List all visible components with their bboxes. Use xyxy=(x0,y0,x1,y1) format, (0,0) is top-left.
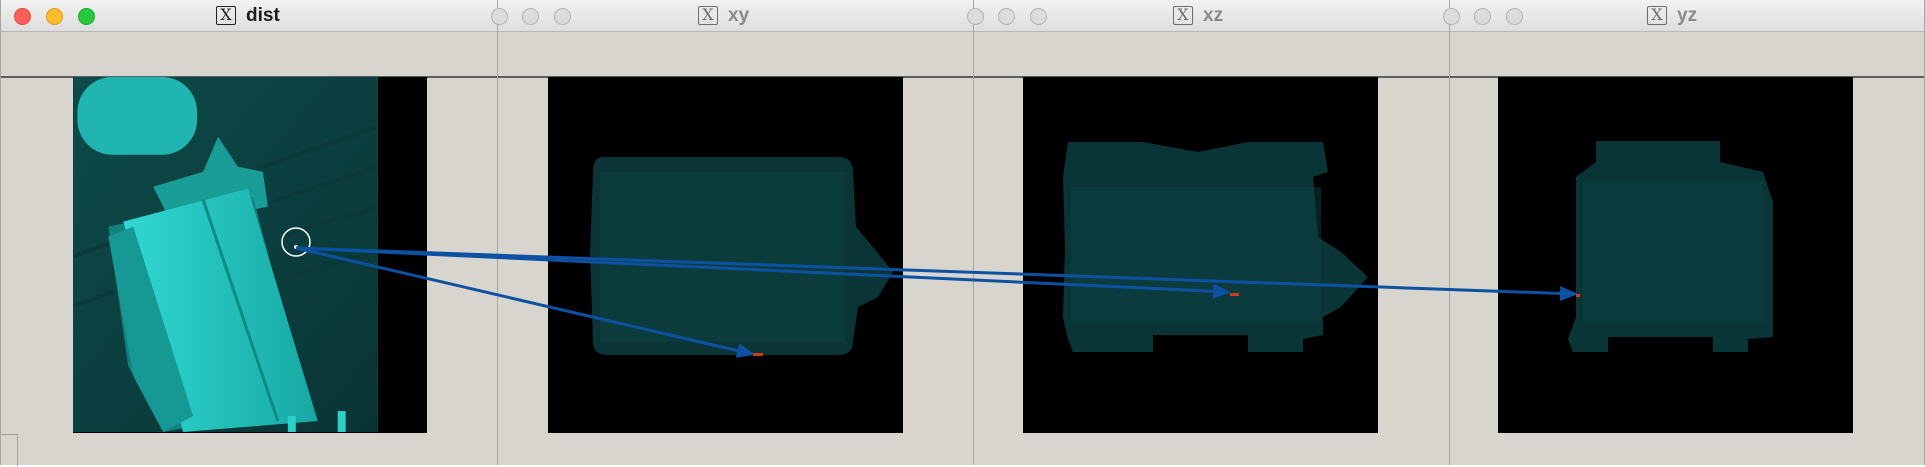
yz-view[interactable] xyxy=(1498,77,1853,433)
zoom-button[interactable] xyxy=(554,8,571,25)
close-button[interactable] xyxy=(491,8,508,25)
xz-view[interactable] xyxy=(1023,77,1378,433)
titlebar-xy[interactable]: Xxy xyxy=(491,0,974,32)
zoom-button[interactable] xyxy=(1506,8,1523,25)
minimize-button[interactable] xyxy=(1474,8,1491,25)
window-title: Xyz xyxy=(1647,6,1697,26)
xz-point-cloud xyxy=(1063,142,1368,352)
minimize-button[interactable] xyxy=(46,8,63,25)
x11-icon: X xyxy=(216,6,236,25)
window-title: Xxy xyxy=(698,6,749,26)
zoom-button[interactable] xyxy=(1030,8,1047,25)
xy-view[interactable] xyxy=(548,77,903,433)
window-title: Xxz xyxy=(1173,6,1223,26)
titlebar-xz[interactable]: Xxz xyxy=(967,0,1449,32)
x11-icon: X xyxy=(1647,6,1667,25)
resize-corner[interactable] xyxy=(0,434,18,466)
minimize-button[interactable] xyxy=(998,8,1015,25)
toolbar-xz xyxy=(974,32,1449,78)
toolbar-yz xyxy=(1450,32,1924,78)
titlebar-dist[interactable]: Xdist xyxy=(1,0,497,32)
window-dist[interactable]: Xdist xyxy=(0,0,498,465)
yz-point-cloud xyxy=(1568,141,1773,352)
window-xz[interactable]: Xxz xyxy=(967,0,1450,465)
close-button[interactable] xyxy=(14,8,31,25)
x11-icon: X xyxy=(1173,6,1193,25)
minimize-button[interactable] xyxy=(522,8,539,25)
window-title: Xdist xyxy=(216,6,280,26)
zoom-button[interactable] xyxy=(78,8,95,25)
window-xy[interactable]: Xxy xyxy=(491,0,975,465)
x11-icon: X xyxy=(698,6,718,25)
close-button[interactable] xyxy=(967,8,984,25)
toolbar-dist xyxy=(1,32,497,78)
xy-point-cloud xyxy=(590,157,893,355)
switch-photo xyxy=(73,77,378,432)
toolbar-xy xyxy=(498,32,974,78)
close-button[interactable] xyxy=(1443,8,1460,25)
titlebar-yz[interactable]: Xyz xyxy=(1443,0,1924,32)
window-yz[interactable]: Xyz xyxy=(1443,0,1925,465)
dist-image[interactable] xyxy=(73,77,427,433)
